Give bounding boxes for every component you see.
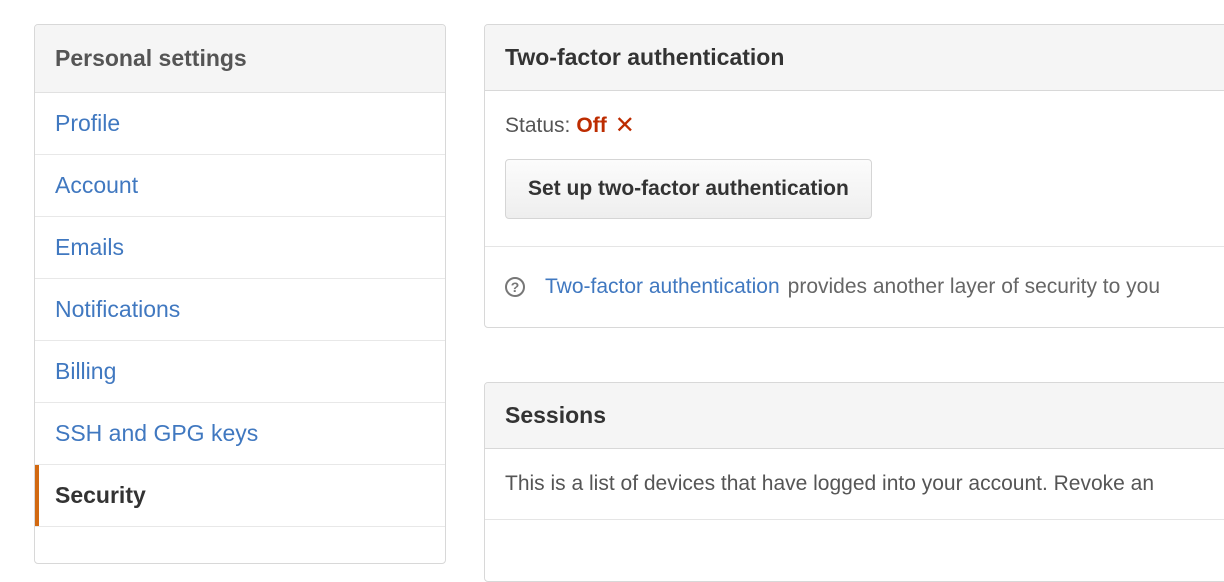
two-factor-info-text: provides another layer of security to yo… [787, 275, 1161, 298]
two-factor-info: ? Two-factor authentication provides ano… [485, 247, 1224, 327]
status-value: Off [576, 114, 607, 137]
sidebar-item-emails[interactable]: Emails [35, 217, 445, 279]
personal-settings-sidebar: Personal settings Profile Account Emails… [34, 24, 446, 564]
setup-two-factor-button[interactable]: Set up two-factor authentication [505, 159, 872, 219]
sidebar-title: Personal settings [35, 25, 445, 93]
status-label: Status: [505, 114, 571, 137]
sidebar-item-notifications[interactable]: Notifications [35, 279, 445, 341]
sidebar-item-account[interactable]: Account [35, 155, 445, 217]
sidebar-item-profile[interactable]: Profile [35, 93, 445, 155]
sessions-title: Sessions [485, 383, 1224, 449]
sidebar-item-ssh-gpg-keys[interactable]: SSH and GPG keys [35, 403, 445, 465]
sidebar-item-security[interactable]: Security [35, 465, 445, 527]
sessions-description: This is a list of devices that have logg… [485, 449, 1224, 520]
x-icon: ✕ [614, 112, 635, 139]
two-factor-panel: Two-factor authentication Status: Off ✕ … [484, 24, 1224, 328]
sidebar-item-billing[interactable]: Billing [35, 341, 445, 403]
two-factor-title: Two-factor authentication [485, 25, 1224, 91]
two-factor-help-link[interactable]: Two-factor authentication [545, 275, 780, 299]
sessions-panel: Sessions This is a list of devices that … [484, 382, 1224, 582]
two-factor-body: Status: Off ✕ Set up two-factor authenti… [485, 91, 1224, 247]
status-line: Status: Off ✕ [505, 111, 1223, 141]
question-circle-icon: ? [505, 277, 525, 297]
